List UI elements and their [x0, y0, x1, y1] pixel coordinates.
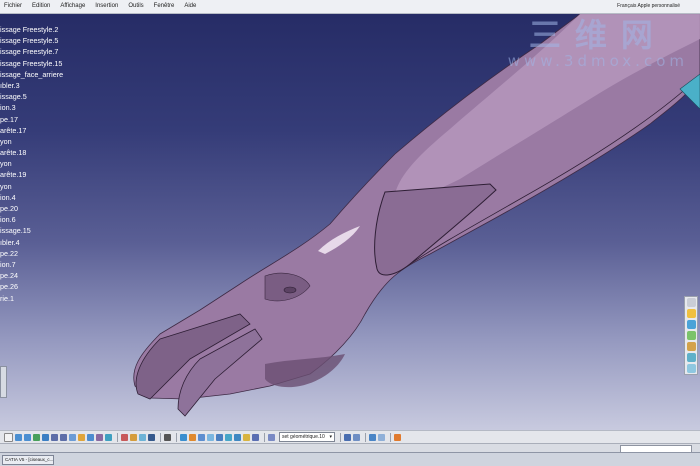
toolbar-separator: [160, 432, 161, 442]
material-icon[interactable]: [353, 433, 360, 441]
toolbar-separator: [117, 432, 118, 442]
tree-item[interactable]: issage Freestyle.5: [0, 35, 63, 46]
tree-item[interactable]: arête.19: [0, 169, 63, 180]
tree-item[interactable]: arête.17: [0, 125, 63, 136]
redo-icon[interactable]: [24, 433, 31, 441]
bottom-toolbar: set géométrique.10 ▾: [0, 430, 700, 443]
tree-item[interactable]: ion.6: [0, 214, 63, 225]
tree-item[interactable]: issage.5: [0, 91, 63, 102]
geometrical-set-icon[interactable]: [268, 433, 275, 441]
extrude-icon[interactable]: [198, 433, 205, 441]
tree-item[interactable]: issage Freestyle.7: [0, 46, 63, 57]
trim-icon[interactable]: [189, 433, 196, 441]
tree-item[interactable]: rie.1: [0, 293, 63, 304]
tree-item[interactable]: pe.22: [0, 248, 63, 259]
tree-item[interactable]: ion.7: [0, 259, 63, 270]
left-mini-toolbar[interactable]: [0, 366, 7, 398]
boundary-icon[interactable]: [252, 433, 259, 441]
hide-show-icon[interactable]: [105, 433, 112, 441]
toolbar-separator: [340, 432, 341, 442]
menu-bar: Fichier Edition Affichage Insertion Outi…: [0, 0, 700, 14]
tree-item[interactable]: pe.24: [0, 270, 63, 281]
right-vertical-toolbar: [684, 296, 698, 375]
zoom-in-icon[interactable]: [51, 433, 58, 441]
tree-item[interactable]: ion.3: [0, 102, 63, 113]
toolbar-separator: [365, 432, 366, 442]
watermark-title: 三维网: [528, 16, 667, 54]
new-icon[interactable]: [4, 432, 13, 442]
tree-item[interactable]: pe.20: [0, 203, 63, 214]
sketch-icon[interactable]: [686, 309, 696, 318]
specification-tree[interactable]: issage Freestyle.2 issage Freestyle.5 is…: [0, 24, 63, 304]
tree-item[interactable]: ıbler.4: [0, 237, 63, 248]
tree-item[interactable]: pe.26: [0, 281, 63, 292]
draft-icon[interactable]: [686, 364, 696, 373]
3d-viewport[interactable]: issage Freestyle.2 issage Freestyle.5 is…: [0, 14, 700, 430]
measure-icon[interactable]: [121, 433, 128, 441]
os-taskbar: CATIA V5 - [ciseaux_c...: [0, 452, 700, 466]
menu-view[interactable]: Affichage: [56, 0, 91, 13]
tree-item[interactable]: yon: [0, 136, 63, 147]
tree-item[interactable]: yon: [0, 158, 63, 169]
offset-icon[interactable]: [243, 433, 250, 441]
normal-view-icon[interactable]: [78, 433, 85, 441]
tree-item[interactable]: issage Freestyle.15: [0, 58, 63, 69]
tree-item[interactable]: ion.4: [0, 192, 63, 203]
menu-tools[interactable]: Outils: [124, 0, 149, 13]
plane-icon[interactable]: [139, 433, 146, 441]
loft-icon[interactable]: [216, 433, 223, 441]
model-grip: [374, 183, 497, 276]
tree-item[interactable]: pe.17: [0, 114, 63, 125]
formula-icon[interactable]: [394, 433, 401, 441]
pad-icon[interactable]: [686, 320, 696, 329]
sweep-icon[interactable]: [207, 433, 214, 441]
sketcher-icon[interactable]: [164, 433, 171, 441]
menu-help[interactable]: Aide: [180, 0, 202, 13]
toolbar-separator: [390, 432, 391, 442]
tree-item[interactable]: issage Freestyle.2: [0, 24, 63, 35]
input-language-indicator[interactable]: Français Apple personnalisé: [617, 0, 700, 13]
tree-item[interactable]: issage.15: [0, 225, 63, 236]
tree-item[interactable]: issage_face_arriere: [0, 69, 63, 80]
point-icon[interactable]: [148, 433, 155, 441]
taskbar-app-button[interactable]: CATIA V5 - [ciseaux_c...: [2, 455, 54, 465]
watermark: 三维网 www.3dmox.com: [508, 14, 688, 70]
fill-icon[interactable]: [234, 433, 241, 441]
zoom-out-icon[interactable]: [60, 433, 67, 441]
menu-window[interactable]: Fenêtre: [150, 0, 181, 13]
3d-model[interactable]: [0, 14, 700, 430]
shell-icon[interactable]: [686, 353, 696, 362]
blend-icon[interactable]: [225, 433, 232, 441]
fillet-icon[interactable]: [686, 342, 696, 351]
fit-all-icon[interactable]: [69, 433, 76, 441]
join-icon[interactable]: [180, 433, 187, 441]
chevron-down-icon: ▾: [329, 434, 332, 440]
menu-insert[interactable]: Insertion: [91, 0, 124, 13]
geometrical-set-select-value: set géométrique.10: [282, 434, 325, 440]
shading-icon[interactable]: [96, 433, 103, 441]
knowledge-icon[interactable]: [378, 433, 385, 441]
tree-item[interactable]: arête.18: [0, 147, 63, 158]
analysis-icon[interactable]: [130, 433, 137, 441]
tree-item[interactable]: yon: [0, 181, 63, 192]
watermark-url: www.3dmox.com: [507, 52, 688, 70]
undo-icon[interactable]: [15, 433, 22, 441]
rotate-icon[interactable]: [42, 433, 49, 441]
menu-edit[interactable]: Edition: [28, 0, 56, 13]
toolbar-separator: [264, 432, 265, 442]
select-icon[interactable]: [686, 298, 696, 307]
geometrical-set-select[interactable]: set géométrique.10 ▾: [279, 432, 335, 442]
catalog-icon[interactable]: [369, 433, 376, 441]
pan-icon[interactable]: [33, 433, 40, 441]
menu-file[interactable]: Fichier: [0, 0, 28, 13]
tree-item[interactable]: ıbler.3: [0, 80, 63, 91]
toolbar-separator: [176, 432, 177, 442]
pocket-icon[interactable]: [686, 331, 696, 340]
iso-view-icon[interactable]: [87, 433, 94, 441]
model-hole: [283, 286, 297, 294]
render-icon[interactable]: [344, 433, 351, 441]
